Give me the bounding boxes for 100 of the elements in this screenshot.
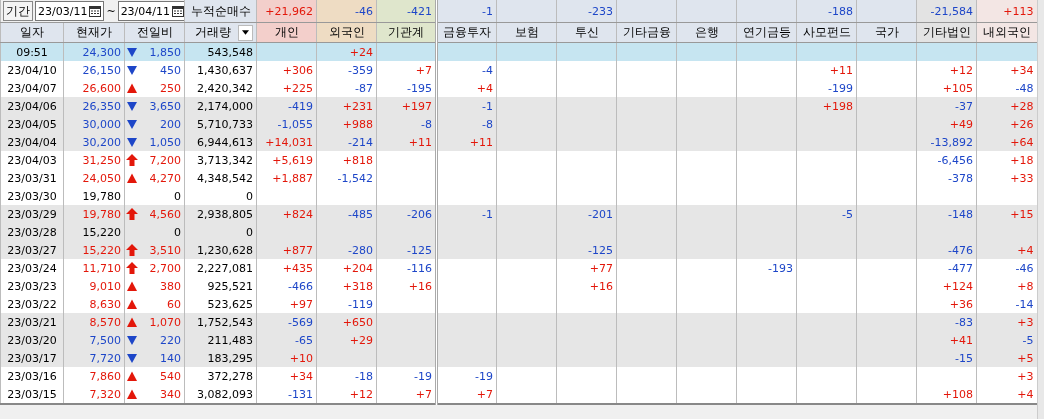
change-value: 0	[174, 189, 181, 203]
table-row[interactable]: 23/03/28 15,220 0 0	[0, 223, 1037, 241]
table-cell: -125	[556, 241, 617, 259]
column-header[interactable]: 현재가	[63, 22, 125, 43]
total-cell: -21,584	[916, 0, 977, 23]
column-header[interactable]: 기타법인	[916, 22, 977, 43]
table-row[interactable]: 23/04/05 30,000 200 5,710,733 -1,055 +988 -8 -8 +49 +26	[0, 115, 1037, 133]
total-cell: -1	[436, 0, 497, 23]
table-cell: -214	[316, 133, 377, 151]
calendar-icon[interactable]	[172, 5, 185, 17]
dropdown-button[interactable]	[238, 24, 253, 41]
change-value: 4,270	[149, 171, 181, 185]
table-row[interactable]: 23/03/15 7,320 340 3,082,093 -131 +12 +7 +7 +108 +4	[0, 385, 1037, 404]
column-header[interactable]: 금융투자	[436, 22, 497, 43]
table-cell: +306	[256, 61, 317, 79]
table-cell: 23/03/16	[0, 367, 64, 385]
table-cell: +11	[436, 133, 497, 151]
column-header[interactable]: 개인	[256, 22, 317, 43]
column-header[interactable]: 기타금융	[616, 22, 677, 43]
range-separator: ~	[106, 4, 116, 18]
table-cell: 3,713,342	[184, 151, 257, 169]
table-cell: -193	[736, 259, 797, 277]
total-cell: -233	[556, 0, 617, 23]
column-header[interactable]: 사모펀드	[796, 22, 857, 43]
column-header[interactable]: 기관계	[376, 22, 437, 43]
table-cell: -19	[436, 367, 497, 385]
column-header[interactable]: 국가	[856, 22, 917, 43]
table-cell: -359	[316, 61, 377, 79]
total-cell: -421	[376, 0, 437, 23]
table-cell: +11	[376, 133, 437, 151]
total-cell: +21,962	[256, 0, 317, 23]
down-triangle-icon	[126, 118, 138, 130]
table-cell: +34	[976, 61, 1037, 79]
table-cell: 11,710	[63, 259, 125, 277]
column-header[interactable]: 내외국인	[976, 22, 1037, 43]
table-cell: 23/03/24	[0, 259, 64, 277]
table-row[interactable]: 23/03/24 11,710 2,700 2,227,081 +435 +204 -116 +77 -193 -477 -46	[0, 259, 1037, 277]
table-row[interactable]: 23/03/20 7,500 220 211,483 -65 +29 +41 -5	[0, 331, 1037, 349]
table-cell: +124	[916, 277, 977, 295]
change-value: 3,650	[149, 99, 181, 113]
column-header[interactable]: 외국인	[316, 22, 377, 43]
table-cell: +11	[796, 61, 857, 79]
table-cell: 23/03/23	[0, 277, 64, 295]
up-triangle-icon	[126, 316, 138, 328]
table-cell: +877	[256, 241, 317, 259]
up-triangle-icon	[126, 370, 138, 382]
column-header[interactable]: 일자	[0, 22, 64, 43]
change-value: 340	[160, 387, 181, 401]
table-cell: 15,220	[63, 241, 125, 259]
column-header[interactable]: 은행	[676, 22, 737, 43]
table-cell: -18	[316, 367, 377, 385]
table-cell: 3,082,093	[184, 385, 257, 404]
table-cell: 372,278	[184, 367, 257, 385]
table-row[interactable]: 23/03/23 9,010 380 925,521 -466 +318 +16 +16 +124 +8	[0, 277, 1037, 295]
table-cell: 30,200	[63, 133, 125, 151]
table-row[interactable]: 23/04/04 30,200 1,050 6,944,613 +14,031 -214 +11 +11 -13,892 +64	[0, 133, 1037, 151]
cumulative-label: 누적순매수	[184, 0, 257, 23]
table-row[interactable]: 23/03/31 24,050 4,270 4,348,542 +1,887 -1,542 -378 +33	[0, 169, 1037, 187]
down-triangle-icon	[126, 64, 138, 76]
table-row[interactable]: 23/04/06 26,350 3,650 2,174,000 -419 +231 +197 -1 +198 -37 +28	[0, 97, 1037, 115]
table-row[interactable]: 23/03/21 8,570 1,070 1,752,543 -569 +650 -83 +3	[0, 313, 1037, 331]
table-row[interactable]: 23/03/16 7,860 540 372,278 +34 -18 -19 -19 +3	[0, 367, 1037, 385]
start-date-field[interactable]: 23/03/11	[35, 1, 105, 21]
change-value: 450	[160, 63, 181, 77]
table-cell: +16	[376, 277, 437, 295]
table-row[interactable]: 23/03/27 15,220 3,510 1,230,628 +877 -280 -125 -125 -476 +4	[0, 241, 1037, 259]
table-row[interactable]: 23/04/10 26,150 450 1,430,637 +306 -359 +7 -4 +11 +12 +34	[0, 61, 1037, 79]
column-header[interactable]: 연기금등	[736, 22, 797, 43]
table-cell: 7,720	[63, 349, 125, 367]
table-cell: +7	[376, 61, 437, 79]
table-row[interactable]: 23/03/29 19,780 4,560 2,938,805 +824 -485 -206 -1 -201 -5 -148 +15	[0, 205, 1037, 223]
total-cell: +113	[976, 0, 1037, 23]
period-button[interactable]: 기간	[3, 1, 33, 21]
column-header[interactable]: 전일비	[124, 22, 185, 43]
table-cell: -280	[316, 241, 377, 259]
change-value: 1,070	[149, 315, 181, 329]
table-cell: +10	[256, 349, 317, 367]
calendar-icon[interactable]	[89, 5, 102, 17]
change-value: 250	[160, 81, 181, 95]
change-value: 220	[160, 333, 181, 347]
change-value: 2,700	[149, 261, 181, 275]
table-cell: 1,230,628	[184, 241, 257, 259]
column-header[interactable]: 투신	[556, 22, 617, 43]
total-cell: -188	[796, 0, 857, 23]
change-value: 380	[160, 279, 181, 293]
table-row[interactable]: 23/03/17 7,720 140 183,295 +10 -15 +5	[0, 349, 1037, 367]
column-header[interactable]: 보험	[496, 22, 557, 43]
table-cell: 7,320	[63, 385, 125, 404]
table-cell: -116	[376, 259, 437, 277]
table-cell: +34	[256, 367, 317, 385]
down-triangle-icon	[126, 352, 138, 364]
table-cell: -477	[916, 259, 977, 277]
table-row[interactable]: 23/04/03 31,250 7,200 3,713,342 +5,619 +818 -6,456 +18	[0, 151, 1037, 169]
table-cell: +818	[316, 151, 377, 169]
table-cell: 543,548	[184, 42, 257, 61]
end-date-field[interactable]: 23/04/11	[117, 1, 185, 21]
table-cell: 24,300	[63, 42, 125, 61]
scrollbar[interactable]	[1036, 0, 1044, 419]
table-cell: 23/04/03	[0, 151, 64, 169]
up-triangle-icon	[126, 298, 138, 310]
